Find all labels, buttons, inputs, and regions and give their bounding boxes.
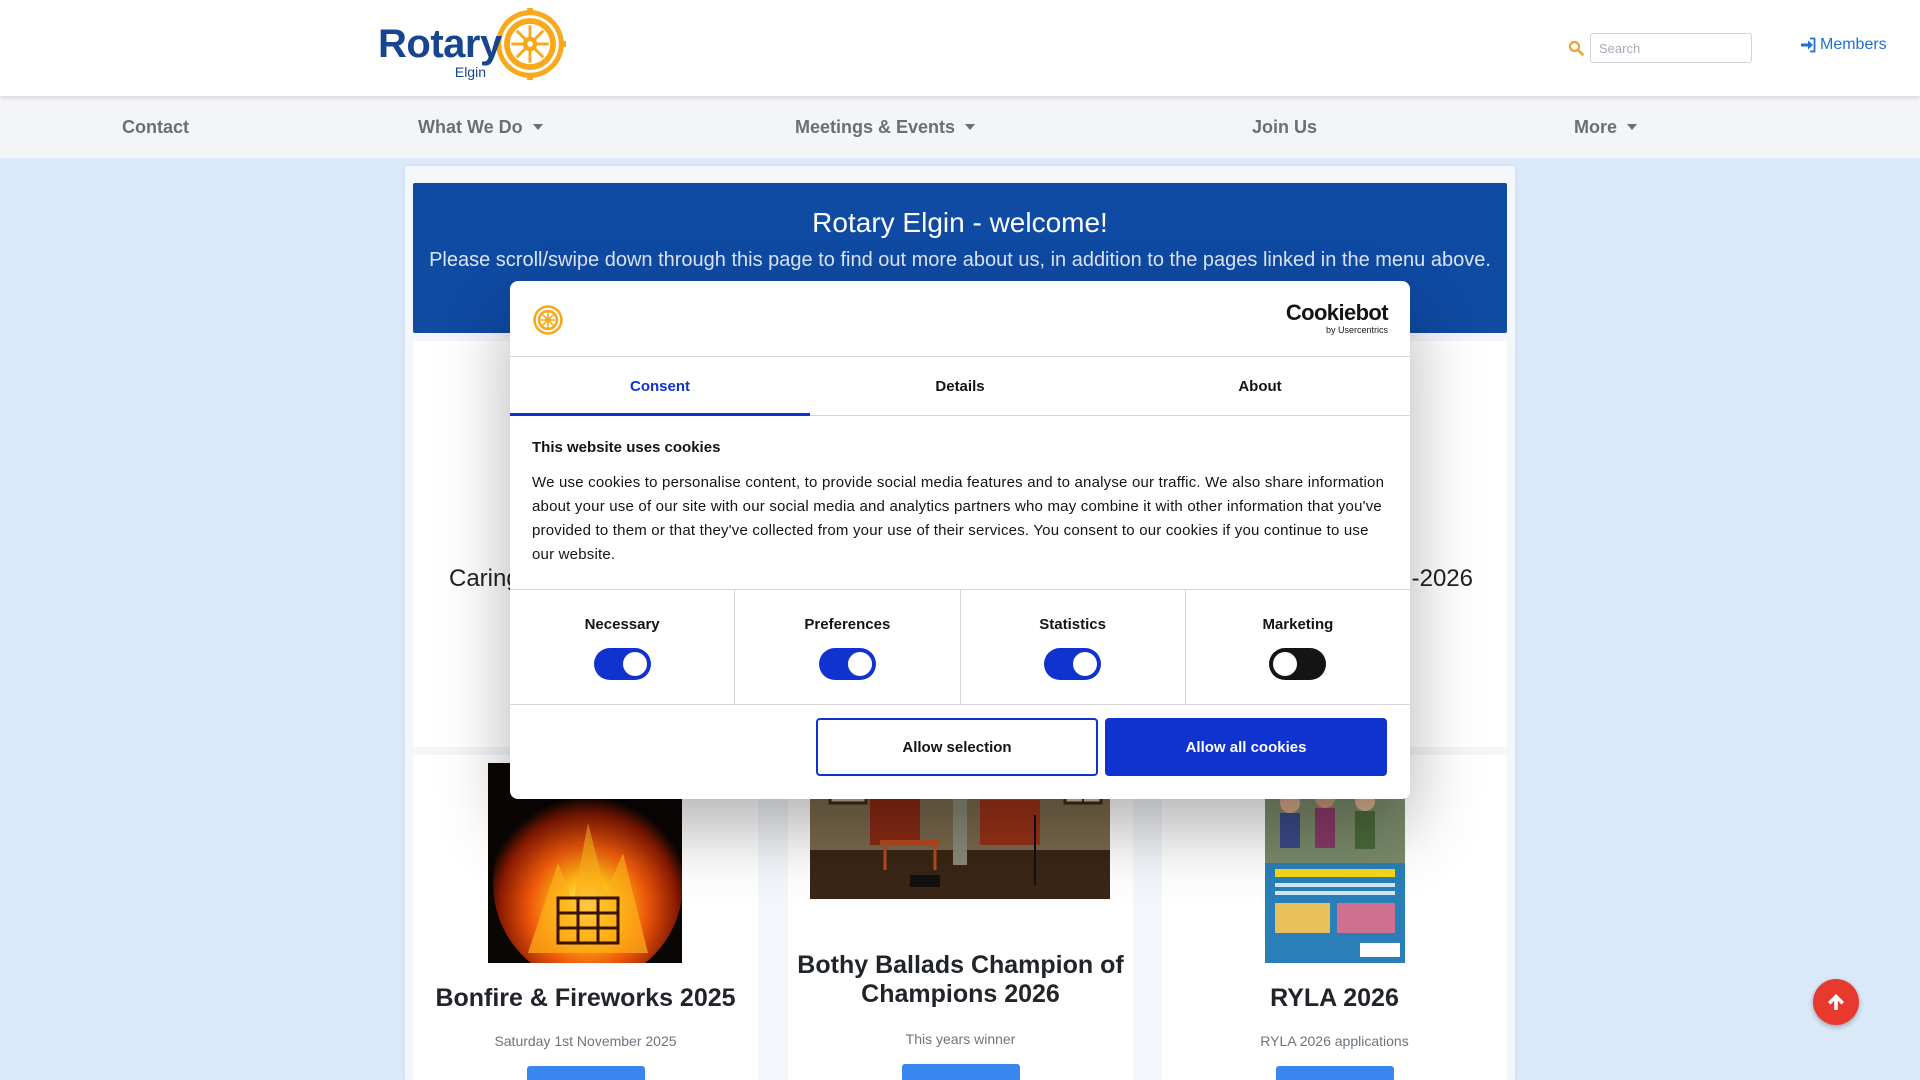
cookie-category-toggles: Necessary Preferences Statistics Marketi… [510,589,1410,705]
caret-down-icon [965,124,976,130]
nav-item-join-us[interactable]: Join Us [1252,96,1317,158]
caret-down-icon [1627,124,1638,130]
nav-item-contact[interactable]: Contact [122,96,189,158]
search-area [1568,33,1752,63]
nav-item-label: What We Do [418,116,523,137]
caret-down-icon [532,124,543,130]
category-label: Statistics [1039,616,1106,633]
featured-title-right: -2026 [1411,565,1473,592]
logo-sub: Elgin [454,64,486,80]
tab-details[interactable]: Details [810,358,1110,415]
nav-item-what-we-do[interactable]: What We Do [418,96,543,158]
dialog-header: Cookiebot by Usercentrics [510,281,1410,357]
members-label: Members [1820,36,1887,53]
cookiebot-word: Cookiebot [1285,300,1389,325]
card-subtitle: RYLA 2026 applications [1260,1033,1409,1049]
toggle-knob [1273,652,1298,676]
scroll-to-top-button[interactable] [1813,979,1859,1025]
nav-item-label: Contact [122,116,189,137]
cookiebot-by: by Usercentrics [1325,325,1388,335]
logo-word: Rotary [378,22,502,66]
welcome-subtitle: Please scroll/swipe down through this pa… [429,249,1491,271]
rotary-wheel-icon [494,8,566,80]
card-subtitle: This years winner [905,1031,1016,1047]
search-icon[interactable] [1568,40,1584,56]
event-card-bonfire[interactable]: Bonfire & Fireworks 2025 Saturday 1st No… [413,755,758,1080]
site-header: Rotary Elgin Search Members [0,0,1920,96]
allow-all-cookies-button[interactable]: Allow all cookies [1105,718,1387,776]
statistics-toggle[interactable] [1044,648,1102,680]
members-link[interactable]: Members [1800,36,1887,54]
card-more-button[interactable] [527,1066,645,1080]
card-more-button[interactable] [1276,1066,1394,1080]
cookie-consent-dialog: Cookiebot by Usercentrics Consent Detail… [510,281,1410,799]
toggle-knob [1073,652,1098,676]
dialog-body: This website uses cookies We use cookies… [532,439,1388,567]
toggle-knob [847,652,872,676]
event-card-bothy-ballads[interactable]: Bothy Ballads Champion of Champions 2026… [788,755,1133,1080]
toggle-knob [622,652,647,676]
welcome-title: Rotary Elgin - welcome! [812,207,1108,238]
category-necessary: Necessary [510,590,736,704]
search-input[interactable] [1590,33,1752,63]
card-title: Bothy Ballads Champion of Champions 2026 [797,951,1124,1008]
nav-item-more[interactable]: More [1574,96,1638,158]
category-label: Necessary [584,616,660,633]
nav-item-meetings-events[interactable]: Meetings & Events [795,96,976,158]
cookiebot-logo[interactable]: Cookiebot by Usercentrics [1285,300,1389,336]
nav-item-label: More [1574,116,1618,137]
card-subtitle: Saturday 1st November 2025 [494,1033,677,1049]
dialog-heading: This website uses cookies [532,439,721,456]
dialog-text: We use cookies to personalise content, t… [532,474,1385,563]
event-card-ryla[interactable]: RYLA 2026 RYLA 2026 applications [1162,755,1507,1080]
main-nav: Contact What We Do Meetings & Events Joi… [0,96,1920,158]
nav-item-label: Join Us [1252,116,1318,137]
category-marketing: Marketing [1186,590,1410,704]
tab-about[interactable]: About [1110,358,1410,415]
preferences-toggle[interactable] [818,648,876,680]
arrow-up-icon [1828,994,1844,1010]
category-label: Marketing [1262,616,1334,633]
category-preferences: Preferences [735,590,961,704]
category-label: Preferences [804,616,891,633]
category-statistics: Statistics [961,590,1186,704]
rotary-elgin-logo[interactable]: Rotary Elgin [378,8,566,84]
sign-in-icon [1801,37,1816,53]
nav-item-label: Meetings & Events [795,116,956,137]
dialog-tabs: Consent Details About [510,358,1410,416]
card-title: Bonfire & Fireworks 2025 [435,984,736,1012]
card-title: RYLA 2026 [1270,984,1399,1012]
logo-text: Rotary Elgin [378,8,502,80]
marketing-toggle[interactable] [1269,648,1327,680]
rotary-wheel-icon [533,305,563,335]
card-more-button[interactable] [902,1064,1020,1080]
allow-selection-button[interactable]: Allow selection [816,718,1098,776]
tab-consent[interactable]: Consent [510,358,810,416]
necessary-toggle[interactable] [593,648,651,680]
